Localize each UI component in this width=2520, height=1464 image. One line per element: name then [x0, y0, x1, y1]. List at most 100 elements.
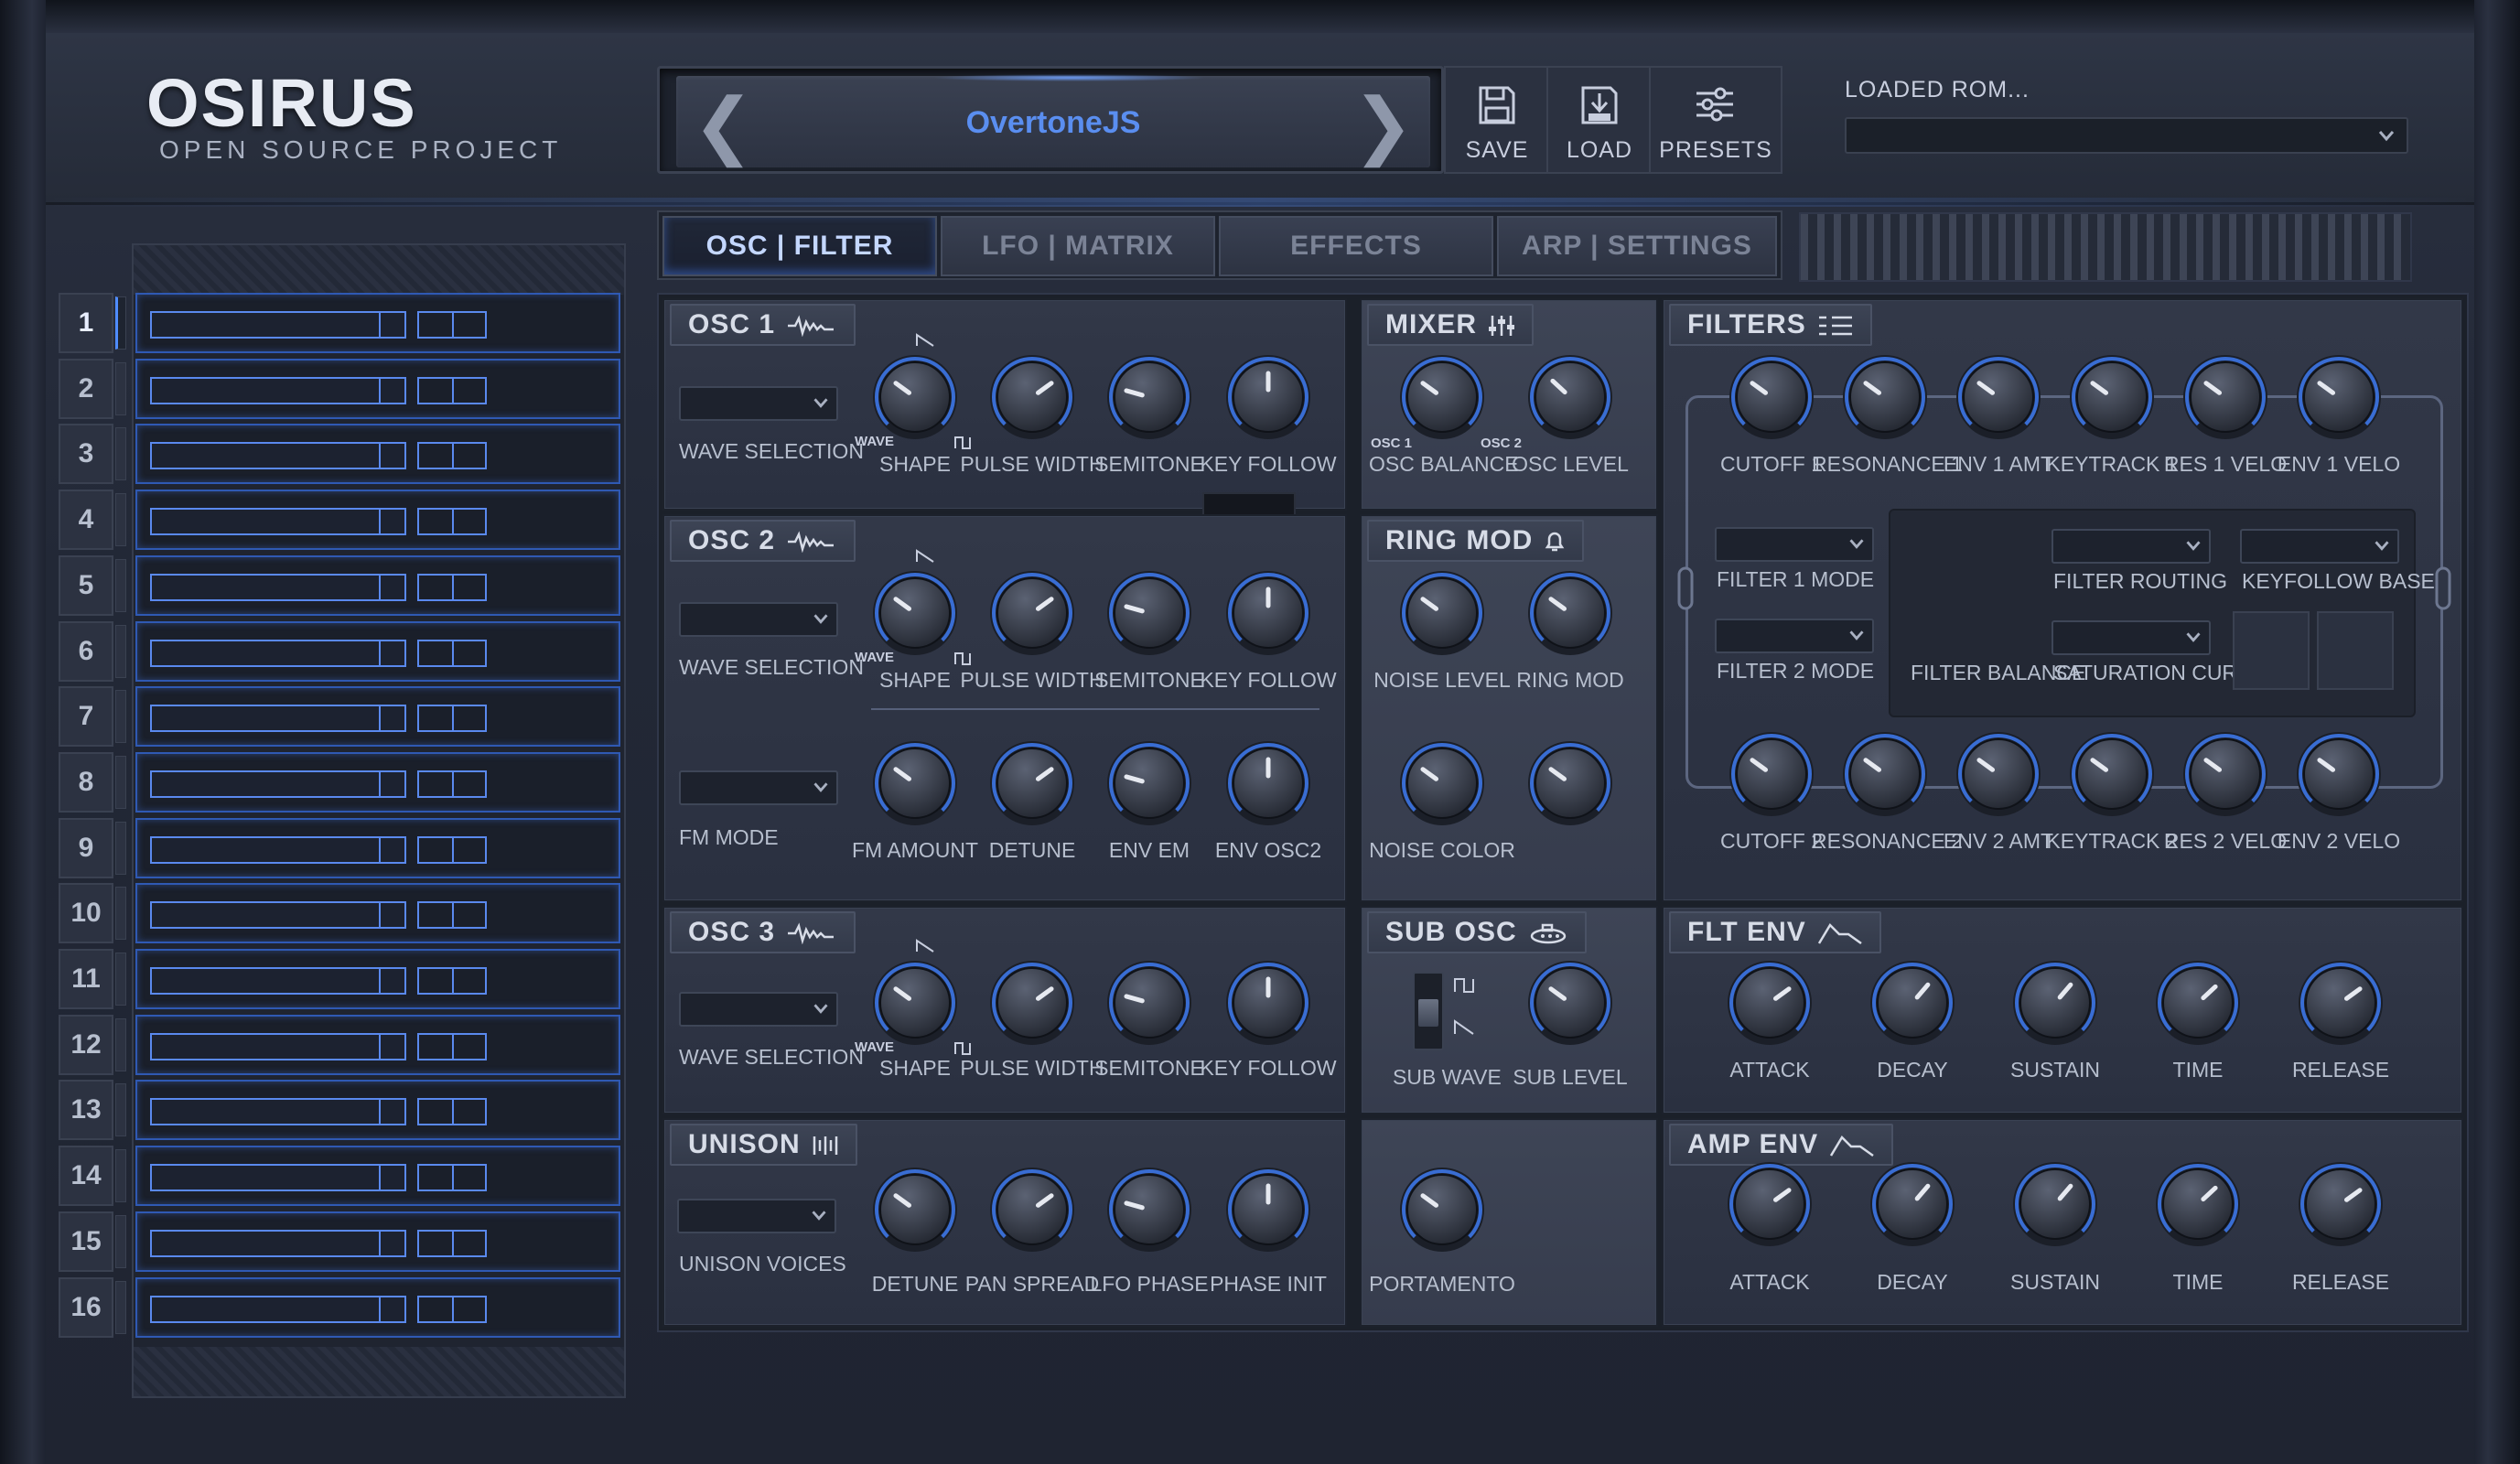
key-follow-knob[interactable] [1224, 353, 1312, 441]
osc3-wave-select[interactable] [679, 992, 838, 1027]
part-buttons[interactable] [417, 508, 487, 536]
part-preset-field[interactable] [150, 901, 406, 930]
part-buttons[interactable] [417, 442, 487, 470]
part-buttons[interactable] [417, 967, 487, 995]
part-preset-field[interactable] [150, 835, 406, 864]
pulse-width-knob[interactable] [988, 353, 1076, 441]
env-2-velo-knob[interactable] [2295, 730, 2383, 818]
part-preset-field[interactable] [150, 1164, 406, 1192]
filter-balance-pad-right[interactable] [2317, 611, 2394, 690]
part-buttons[interactable] [417, 901, 487, 930]
key-follow-knob[interactable] [1224, 569, 1312, 657]
shape-knob[interactable] [871, 353, 959, 441]
part-number[interactable]: 9 [59, 817, 113, 878]
part-buttons[interactable] [417, 573, 487, 601]
resonance-1-knob[interactable] [1841, 353, 1929, 441]
osc1-wave-select[interactable] [679, 386, 838, 421]
part-number[interactable]: 6 [59, 620, 113, 682]
sub-level-knob[interactable] [1526, 959, 1614, 1047]
time-knob[interactable] [2154, 1160, 2242, 1248]
sub-wave-switch[interactable] [1413, 972, 1444, 1050]
unison-voices-select[interactable] [677, 1199, 836, 1233]
save-button[interactable]: SAVE [1446, 68, 1548, 172]
semitone-knob[interactable] [1105, 353, 1193, 441]
part-buttons[interactable] [417, 376, 487, 404]
part-preset-field[interactable] [150, 967, 406, 995]
keytrack-2-knob[interactable] [2068, 730, 2156, 818]
load-button[interactable]: LOAD [1548, 68, 1651, 172]
part-number[interactable]: 1 [59, 293, 113, 353]
part-preset-field[interactable] [150, 311, 406, 339]
decay-knob[interactable] [1868, 1160, 1956, 1248]
lfo-phase-knob[interactable] [1105, 1166, 1193, 1254]
filter-routing-select[interactable] [2052, 529, 2211, 564]
presets-button[interactable]: PRESETS [1651, 68, 1781, 172]
part-buttons[interactable] [417, 639, 487, 667]
cutoff-2-knob[interactable] [1728, 730, 1815, 818]
env-1-velo-knob[interactable] [2295, 353, 2383, 441]
part-number[interactable]: 15 [59, 1211, 113, 1272]
attack-knob[interactable] [1726, 1160, 1814, 1248]
detune-knob[interactable] [871, 1166, 959, 1254]
keyfollow-base-select[interactable] [2240, 529, 2399, 564]
tab-effects[interactable]: EFFECTS [1219, 216, 1493, 276]
release-knob[interactable] [2297, 1160, 2385, 1248]
shape-knob[interactable] [871, 569, 959, 657]
part-buttons[interactable] [417, 835, 487, 864]
part-preset-field[interactable] [150, 1032, 406, 1060]
part-number[interactable]: 2 [59, 358, 113, 419]
part-preset-field[interactable] [150, 639, 406, 667]
part-number[interactable]: 16 [59, 1276, 113, 1338]
part-preset-field[interactable] [150, 508, 406, 536]
sustain-knob[interactable] [2011, 1160, 2099, 1248]
part-number[interactable]: 12 [59, 1014, 113, 1075]
fm-mode-select[interactable] [679, 770, 838, 805]
osc-balance-knob[interactable] [1398, 353, 1486, 441]
filter-balance-pad-left[interactable] [2233, 611, 2310, 690]
cutoff-1-knob[interactable] [1728, 353, 1815, 441]
res-2-velo-knob[interactable] [2181, 730, 2269, 818]
part-preset-field[interactable] [150, 573, 406, 601]
noise-color-knob[interactable] [1398, 739, 1486, 827]
part-preset-field[interactable] [150, 442, 406, 470]
pulse-width-knob[interactable] [988, 569, 1076, 657]
filter1-mode-select[interactable] [1715, 527, 1874, 562]
semitone-knob[interactable] [1105, 569, 1193, 657]
part-preset-field[interactable] [150, 1098, 406, 1126]
tab-lfo-matrix[interactable]: LFO | MATRIX [941, 216, 1215, 276]
part-number[interactable]: 8 [59, 751, 113, 813]
ring-mod-knob[interactable] [1526, 569, 1614, 657]
release-knob[interactable] [2297, 959, 2385, 1047]
rom-select[interactable] [1845, 117, 2408, 154]
fm-amount-knob[interactable] [871, 739, 959, 827]
decay-knob[interactable] [1868, 959, 1956, 1047]
time-knob[interactable] [2154, 959, 2242, 1047]
part-number[interactable]: 7 [59, 686, 113, 748]
part-buttons[interactable] [417, 1229, 487, 1257]
part-buttons[interactable] [417, 1164, 487, 1192]
keytrack-1-knob[interactable] [2068, 353, 2156, 441]
part-preset-field[interactable] [150, 1229, 406, 1257]
part-preset-field[interactable] [150, 770, 406, 798]
osc-level-knob[interactable] [1526, 353, 1614, 441]
tab-arp-settings[interactable]: ARP | SETTINGS [1497, 216, 1777, 276]
part-number[interactable]: 3 [59, 424, 113, 485]
sustain-knob[interactable] [2011, 959, 2099, 1047]
shape-knob[interactable] [871, 959, 959, 1047]
env-osc2-knob[interactable] [1224, 739, 1312, 827]
part-buttons[interactable] [417, 770, 487, 798]
portamento-knob[interactable] [1398, 1166, 1486, 1254]
next-preset-button[interactable]: ❯ [1352, 89, 1414, 162]
attack-knob[interactable] [1726, 959, 1814, 1047]
env-1-amt-knob[interactable] [1955, 353, 2042, 441]
part-number[interactable]: 10 [59, 883, 113, 944]
part-buttons[interactable] [417, 1032, 487, 1060]
unlabeled-knob[interactable] [1526, 739, 1614, 827]
pulse-width-knob[interactable] [988, 959, 1076, 1047]
key-follow-knob[interactable] [1224, 959, 1312, 1047]
part-preset-field[interactable] [150, 1295, 406, 1323]
part-buttons[interactable] [417, 311, 487, 339]
noise-level-knob[interactable] [1398, 569, 1486, 657]
part-number[interactable]: 14 [59, 1146, 113, 1207]
osc2-wave-select[interactable] [679, 602, 838, 637]
